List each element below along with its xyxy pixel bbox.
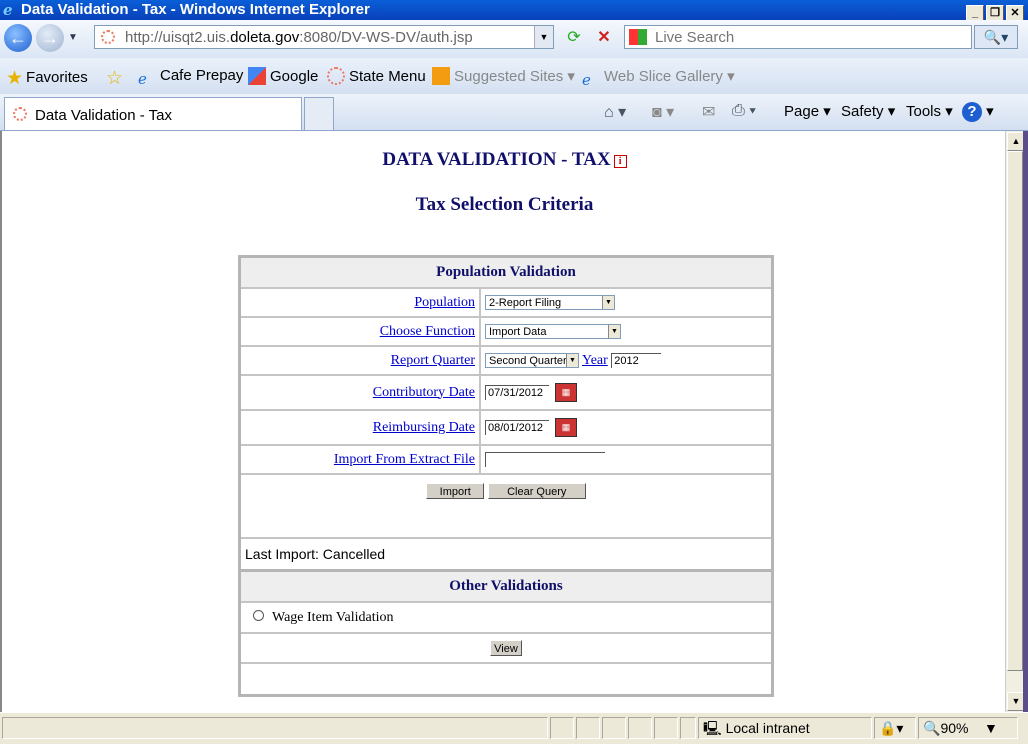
new-tab-button[interactable] xyxy=(304,97,334,130)
favorite-cafe-prepay[interactable]: e Cafe Prepay xyxy=(138,67,243,88)
favorites-bar: ★ Favorites ☆ e Cafe Prepay Google State M… xyxy=(0,58,1028,95)
address-dropdown-icon[interactable]: ▼ xyxy=(534,26,553,48)
history-dropdown-icon[interactable]: ▼ xyxy=(68,32,78,43)
view-row: View xyxy=(238,632,774,664)
suggested-sites-icon xyxy=(432,67,450,85)
quarter-select[interactable]: Second Quarter ▼ xyxy=(485,352,579,368)
population-validation-header: Population Validation xyxy=(238,255,774,289)
scroll-thumb[interactable] xyxy=(1007,151,1023,671)
page-menu[interactable]: Page ▾ xyxy=(784,102,831,120)
chevron-down-icon: ▼ xyxy=(602,295,614,309)
help-icon[interactable]: ? ▾ xyxy=(962,102,994,122)
action-row: Import Clear Query xyxy=(238,473,774,539)
reimbursing-date-input[interactable]: 08/01/2012 xyxy=(485,420,549,435)
add-favorite-icon[interactable]: ☆ xyxy=(106,67,126,90)
intranet-icon: 🖳 xyxy=(703,720,722,736)
live-search-logo-icon xyxy=(629,29,647,45)
report-quarter-link[interactable]: Report Quarter xyxy=(391,353,475,368)
print-icon[interactable]: ⎙ ▾ xyxy=(732,102,756,120)
wage-item-radio[interactable] xyxy=(253,609,264,621)
tools-menu[interactable]: Tools ▾ xyxy=(906,102,953,120)
google-icon xyxy=(248,67,266,85)
contributory-date-link[interactable]: Contributory Date xyxy=(373,385,475,400)
reimbursing-date-link[interactable]: Reimbursing Date xyxy=(373,420,475,435)
search-box[interactable] xyxy=(624,25,972,49)
page-viewport: DATA VALIDATION - TAX i Tax Selection Cri… xyxy=(0,131,1005,712)
address-toolbar: ← → ▼ http://uisqt2.uis.doleta.gov:8080/… xyxy=(0,20,1028,58)
other-validations-header: Other Validations xyxy=(238,569,774,603)
search-button[interactable]: 🔍▾ xyxy=(974,25,1018,49)
star-icon: ★ xyxy=(6,68,24,89)
calendar-icon[interactable]: ▦ xyxy=(555,418,577,437)
back-button[interactable]: ← xyxy=(4,24,32,52)
choose-function-link[interactable]: Choose Function xyxy=(380,324,475,339)
feeds-icon[interactable]: ◙ ▾ xyxy=(652,102,674,122)
favorites-button[interactable]: ★ Favorites xyxy=(6,67,88,90)
year-link[interactable]: Year xyxy=(582,353,608,368)
address-input[interactable]: http://uisqt2.uis.doleta.gov:8080/DV-WS-… xyxy=(94,25,554,49)
extract-file-input[interactable] xyxy=(485,451,605,467)
contributory-date-input[interactable]: 07/31/2012 xyxy=(485,385,549,400)
year-input[interactable]: 2012 xyxy=(611,352,662,368)
forward-button[interactable]: → xyxy=(36,24,64,52)
chevron-down-icon: ▼ xyxy=(566,353,578,367)
ie-logo-icon: e xyxy=(3,1,13,19)
refresh-icon[interactable]: ⟳ xyxy=(562,27,586,49)
favorite-web-slice-gallery[interactable]: e Web Slice Gallery ▾ xyxy=(582,67,735,89)
desktop-edge xyxy=(1023,131,1028,712)
window-title: Data Validation - Tax - Windows Internet… xyxy=(21,1,370,18)
import-button[interactable]: Import xyxy=(426,483,485,499)
address-url[interactable]: http://uisqt2.uis.doleta.gov:8080/DV-WS-… xyxy=(125,29,473,46)
safety-menu[interactable]: Safety ▾ xyxy=(841,102,895,120)
tab-title: Data Validation - Tax xyxy=(35,107,173,124)
info-icon[interactable]: i xyxy=(613,155,627,168)
favorite-state-menu[interactable]: State Menu xyxy=(327,67,426,85)
ie-page-icon: e xyxy=(582,71,591,89)
population-select[interactable]: 2-Report Filing ▼ xyxy=(485,294,615,310)
population-validation-table: Population Validation Population 2-Repor… xyxy=(238,255,774,697)
function-select[interactable]: Import Data ▼ xyxy=(485,323,621,339)
status-text xyxy=(2,717,548,739)
zoom-control[interactable]: 🔍90% ▼ xyxy=(918,717,1018,739)
last-import-status: Last Import: Cancelled xyxy=(238,537,774,572)
wage-item-row: Wage Item Validation xyxy=(238,601,774,634)
state-menu-icon xyxy=(327,67,345,85)
wage-item-label: Wage Item Validation xyxy=(272,609,394,625)
tab-favicon-icon xyxy=(13,107,27,121)
page-title: DATA VALIDATION - TAX i xyxy=(2,149,1005,171)
window-controls: _ ❐ ✕ xyxy=(964,2,1024,22)
view-button[interactable]: View xyxy=(490,639,522,656)
import-from-extract-file-link[interactable]: Import From Extract File xyxy=(334,452,475,467)
favorite-suggested-sites[interactable]: Suggested Sites ▾ xyxy=(432,67,575,85)
ie-page-icon: e xyxy=(138,70,147,88)
stop-icon[interactable]: ✕ xyxy=(592,27,616,49)
chevron-down-icon: ▼ xyxy=(608,324,620,338)
vertical-scrollbar[interactable]: ▲ ▼ xyxy=(1005,131,1025,712)
home-icon[interactable]: ⌂ ▾ xyxy=(604,102,626,122)
mail-icon[interactable]: ✉ xyxy=(702,102,715,122)
security-zone[interactable]: 🖳 Local intranet xyxy=(698,717,872,739)
empty-row xyxy=(238,662,774,697)
tab-data-validation[interactable]: Data Validation - Tax xyxy=(4,97,302,130)
search-input[interactable] xyxy=(653,28,957,47)
site-favicon-icon xyxy=(101,30,115,44)
page-subtitle: Tax Selection Criteria xyxy=(415,194,594,215)
clear-query-button[interactable]: Clear Query xyxy=(487,483,586,499)
protected-mode-icon[interactable]: 🔒▾ xyxy=(874,717,916,739)
favorite-google[interactable]: Google xyxy=(248,67,318,85)
calendar-icon[interactable]: ▦ xyxy=(555,383,577,402)
population-link[interactable]: Population xyxy=(414,295,475,310)
status-bar: 🖳 Local intranet 🔒▾ 🔍90% ▼ xyxy=(0,712,1028,744)
window-title-bar: e Data Validation - Tax - Windows Interne… xyxy=(0,0,1028,22)
